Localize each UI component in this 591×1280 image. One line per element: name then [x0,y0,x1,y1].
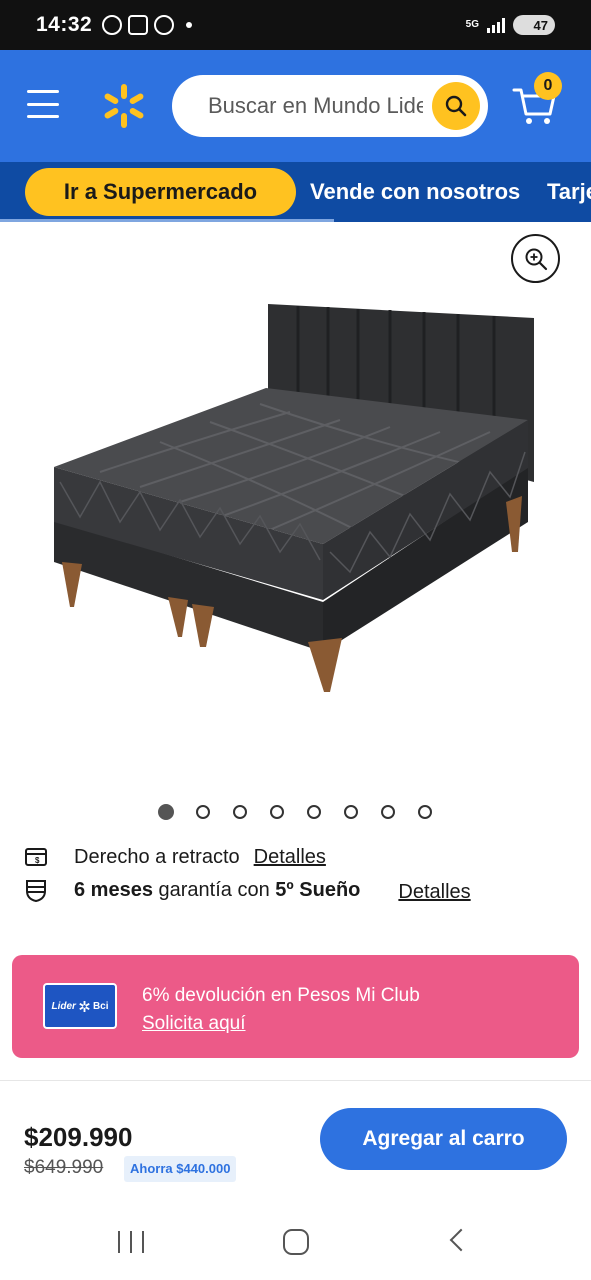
return-policy-icon: $ [25,848,47,866]
zoom-in-icon [525,248,547,270]
nav-link-card[interactable]: Tarjeta [547,162,591,222]
whatsapp-business-icon [102,15,123,35]
battery-level: 47 [533,17,548,33]
search-icon [445,95,467,117]
zoom-button[interactable] [511,234,560,283]
sub-navigation: Ir a Supermercado Vende con nosotros Tar… [0,162,591,222]
lider-bci-card-logo: Lider Bci [43,983,117,1029]
savings-badge: Ahorra $440.000 [124,1156,237,1182]
svg-text:$: $ [35,856,40,865]
carousel-dots [0,803,591,823]
battery-icon: 47 [513,15,555,35]
search-button[interactable] [432,82,480,130]
retract-row: $ Derecho a retracto Detalles [24,844,326,870]
add-to-cart-button[interactable]: Agregar al carro [320,1108,567,1170]
carousel-dot[interactable] [418,805,432,819]
spark-icon [79,1000,90,1012]
divider [0,1080,591,1081]
carousel-dot[interactable] [270,805,284,819]
system-navigation-bar [0,1205,591,1280]
retract-text: Derecho a retracto [74,845,240,868]
original-price: $649.990 [24,1157,104,1178]
product-image-bed [54,304,534,692]
back-button[interactable] [449,1228,473,1252]
screenshot-icon [128,15,149,35]
status-bar: 14:32 5G 47 [0,0,591,50]
warranty-details-link[interactable]: Detalles [398,881,470,904]
network-type: 5G [465,19,479,30]
product-image-carousel[interactable] [0,222,591,797]
more-notifications-icon [186,22,193,28]
product-page: 14:32 5G 47 Buscar en Mundo Lider 0 Ir a… [0,0,591,1280]
retract-details-link[interactable]: Detalles [254,846,326,869]
nav-link-sell-with-us[interactable]: Vende con nosotros [310,162,520,222]
home-button[interactable] [283,1229,309,1255]
warranty-text: garantía con [152,878,276,901]
promo-apply-link[interactable]: Solicita aquí [142,1010,420,1038]
signal-icon [487,17,505,33]
go-to-supermarket-button[interactable]: Ir a Supermercado [25,168,296,216]
recents-button[interactable] [118,1231,144,1253]
warranty-duration: 6 meses [74,878,153,901]
promo-banner[interactable]: Lider Bci 6% devolución en Pesos Mi Club… [12,955,579,1058]
app-header: 0 [0,50,591,162]
search-box [172,75,488,137]
carousel-dot[interactable] [233,805,247,819]
promo-text-block: 6% devolución en Pesos Mi Club Solicita … [142,982,420,1038]
carousel-dot[interactable] [381,805,395,819]
carousel-dot[interactable] [196,805,210,819]
carousel-dot[interactable] [344,805,358,819]
status-right: 5G 47 [466,15,555,35]
search-input[interactable] [208,75,423,137]
warranty-shield-icon [26,880,46,903]
menu-icon[interactable] [27,90,59,118]
cart-count-badge: 0 [534,72,562,100]
card-brand-lider: Lider [51,1000,76,1012]
card-brand-bci: Bci [92,1000,109,1012]
carousel-dot[interactable] [158,804,174,820]
status-time: 14:32 [36,13,93,36]
notification-icons [102,15,193,35]
current-price: $209.990 [24,1122,133,1152]
warranty-row: 6 meses garantía con 5º Sueño Detalles [24,877,471,903]
walmart-spark-logo[interactable] [100,82,148,130]
promo-text: 6% devolución en Pesos Mi Club [142,985,420,1006]
carousel-dot[interactable] [307,805,321,819]
warranty-brand: 5º Sueño [275,878,361,901]
whatsapp-icon [154,15,175,35]
